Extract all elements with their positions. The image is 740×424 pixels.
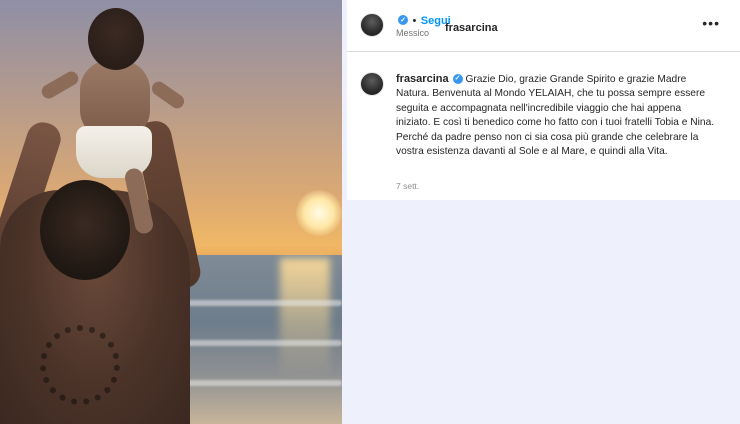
caption-username-link[interactable]: frasarcina [396,73,449,85]
caption-text: Grazie Dio, grazie Grande Spirito e graz… [396,74,715,158]
photo-baby [39,8,187,236]
post-caption: frasarcina ✓ Grazie Dio, grazie Grande Sp… [396,72,716,159]
username-link[interactable]: frasarcina [445,22,498,34]
more-options-icon[interactable]: ••• [702,16,720,30]
location-link[interactable]: Messico [396,28,429,38]
separator-dot: • [412,15,417,27]
post-side-panel: frasarcina ✓ • Segui Messico ••• frasarc… [347,0,740,200]
avatar[interactable] [360,13,384,37]
post-header-line: frasarcina ✓ • Segui [396,11,498,34]
verified-badge-icon: ✓ [398,14,408,25]
instagram-post-view: frasarcina ✓ • Segui Messico ••• frasarc… [0,0,740,424]
photo-head [40,180,130,280]
post-header: frasarcina ✓ • Segui Messico ••• [347,0,740,52]
photo-back-tattoo [40,325,120,405]
caption-avatar[interactable] [360,72,384,96]
verified-badge-icon: ✓ [452,74,463,85]
photo-sun [296,190,342,236]
post-timestamp[interactable]: 7 sett. [396,181,419,191]
post-photo[interactable] [0,0,342,424]
photo-sun-reflection [280,258,330,378]
